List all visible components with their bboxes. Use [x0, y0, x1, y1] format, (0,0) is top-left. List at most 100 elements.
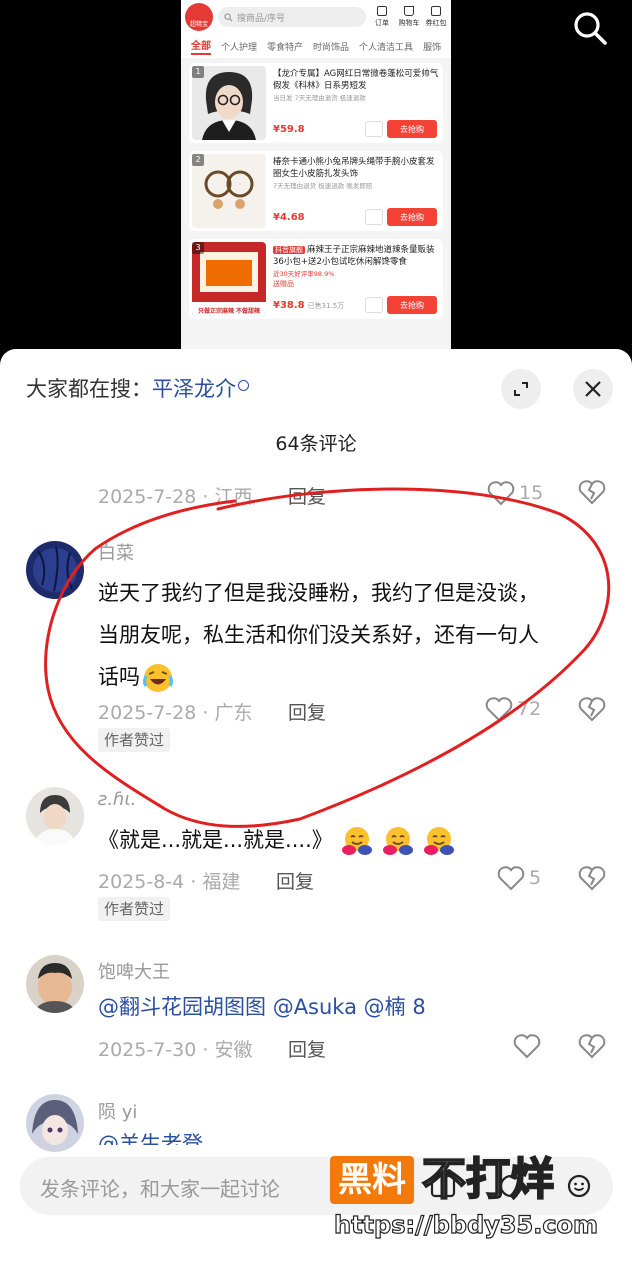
comment-text: @羊生老登 [98, 1132, 203, 1145]
shop-search-input: 搜商品/序号 [218, 7, 366, 27]
buy-button: 去抢购 [387, 296, 437, 314]
product-meta: 近30天好评率98.9% [273, 270, 335, 278]
comment-text: 逆天了我约了但是我没睡粉，我约了但是没谈， 当朋友呢，私生活和你们没关系好，还有… [98, 572, 539, 698]
hug-emoji-icon [423, 827, 454, 855]
commenter-name[interactable]: 白菜 [98, 539, 134, 565]
watermark-url: https://bbdy35.com [333, 1210, 599, 1239]
product-title: 【龙介专属】AG网红日常微卷蓬松可爱帅气假发《科林》日系男短发 [273, 69, 439, 91]
heart-icon [513, 1034, 541, 1059]
shop-tab: 零食特产 [267, 42, 304, 53]
author-liked-badge: 作者赞过 [98, 897, 171, 921]
like-button[interactable]: 5 [497, 865, 541, 891]
like-count: 5 [529, 867, 542, 889]
close-button[interactable] [573, 369, 613, 409]
shop-window-screenshot: 超精宝 搜商品/序号 订单 购物车 券红包 全部 个人护理 零食特产 时尚饰品 … [181, 0, 451, 360]
watermark-text: 不打烊 [421, 1154, 555, 1205]
buy-button: 去抢购 [387, 120, 437, 138]
product-meta: 7天无理由退货 极速退款 晚发即赔 [273, 182, 373, 190]
product-card: 2 椿奈卡通小熊小兔吊牌头绳带手腕小皮套发圈女生小皮筋扎发头饰 7天无理由退货 … [189, 151, 443, 231]
product-title: 椿奈卡通小熊小兔吊牌头绳带手腕小皮套发圈女生小皮筋扎发头饰 [273, 157, 435, 179]
mention-link[interactable]: @楠 8 [364, 995, 426, 1019]
product-card: 只做正宗麻辣 不做甜辣 3 抖音旗舰 麻辣王子正宗麻辣地道辣条量贩装36小包+送2… [189, 239, 443, 319]
shop-tab: 时尚饰品 [313, 42, 350, 53]
video-player[interactable]: 超精宝 搜商品/序号 订单 购物车 券红包 全部 个人护理 零食特产 时尚饰品 … [0, 0, 632, 360]
add-cart-icon [365, 209, 383, 225]
dislike-icon[interactable] [578, 695, 606, 723]
reply-button[interactable]: 回复 [288, 482, 326, 509]
comment-count: 64条评论 [275, 433, 357, 455]
hot-search-suggestion[interactable]: 大家都在搜：平泽龙介 [26, 373, 249, 403]
like-button[interactable] [513, 1033, 541, 1059]
search-icon[interactable] [570, 8, 610, 48]
like-count: 15 [519, 482, 544, 504]
site-watermark: 黑料 不打烊 [330, 1154, 555, 1205]
add-cart-icon [365, 297, 383, 313]
avatar[interactable] [26, 541, 84, 599]
heart-icon [485, 697, 513, 722]
mention-link[interactable]: @Asuka [273, 995, 357, 1019]
product-title: 抖音旗舰 麻辣王子正宗麻辣地道辣条量贩装36小包+送2小包试吃休闲解馋零食 [273, 245, 435, 267]
comment-input-placeholder: 发条评论，和大家一起讨论 [40, 1177, 280, 1201]
mention-link[interactable]: @翻斗花园胡图图 [98, 995, 266, 1019]
close-icon [585, 381, 601, 397]
dislike-icon[interactable] [578, 1032, 606, 1060]
comment-date-location: 2025-7-28 · 广东 [98, 702, 253, 724]
avatar[interactable] [26, 955, 84, 1013]
like-count: 72 [517, 698, 542, 720]
like-button[interactable]: 15 [487, 480, 543, 506]
comment-date-location: 2025-8-4 · 福建 [98, 871, 241, 893]
heart-icon [497, 866, 525, 891]
watermark-badge: 黑料 [330, 1156, 414, 1204]
product-rank: 1 [192, 66, 204, 78]
coupon-icon: 券红包 [425, 6, 447, 28]
hot-search-term[interactable]: 平泽龙介 [152, 377, 236, 401]
product-banner: 只做正宗麻辣 不做甜辣 [197, 308, 261, 315]
product-rank: 2 [192, 154, 204, 166]
cart-icon: 购物车 [398, 6, 420, 28]
reply-button[interactable]: 回复 [288, 1035, 326, 1062]
shop-tab: 全部 [191, 37, 211, 55]
dislike-icon[interactable] [578, 864, 606, 892]
hug-emoji-icon [342, 827, 373, 855]
comment-text: @翻斗花园胡图图 @Asuka @楠 8 [98, 986, 426, 1028]
comment-date-location: 2025-7-30 · 安徽 [98, 1039, 253, 1061]
comment-text: 《就是...就是...就是....》 [98, 819, 455, 861]
emoji-icon[interactable] [566, 1173, 592, 1199]
order-icon: 订单 [371, 6, 393, 28]
like-button[interactable]: 72 [485, 696, 541, 722]
product-gift: 送赠品 [273, 280, 294, 288]
heart-icon [487, 481, 515, 506]
shop-header: 超精宝 搜商品/序号 订单 购物车 券红包 [181, 0, 451, 34]
shop-tab: 个人清洁工具 [359, 42, 414, 53]
commenter-name[interactable]: ƨ.ɦι. [98, 789, 136, 810]
product-card: 1 【龙介专属】AG网红日常微卷蓬松可爱帅气假发《科林》日系男短发 当日发 7天… [189, 63, 443, 143]
buy-button: 去抢购 [387, 208, 437, 226]
comment-date-location: 2025-7-28 · 江西 [98, 486, 253, 508]
shop-tab: 个人护理 [221, 42, 258, 53]
product-price: ¥38.8 已售31.5万 [273, 300, 345, 311]
reply-button[interactable]: 回复 [276, 867, 314, 894]
author-liked-badge: 作者赞过 [98, 728, 171, 752]
product-tag: 抖音旗舰 [273, 246, 305, 254]
product-price: ¥4.68 [273, 212, 305, 223]
search-icon [238, 380, 249, 391]
search-icon [224, 12, 233, 22]
add-cart-icon [365, 121, 383, 137]
avatar[interactable] [26, 787, 84, 845]
comment-sheet: 大家都在搜：平泽龙介 64条评论 2025-7-28 · 江西 回复 15 白菜… [0, 349, 632, 1280]
expand-button[interactable] [501, 369, 541, 409]
commenter-name[interactable]: 饱啤大王 [98, 958, 170, 984]
dislike-icon[interactable] [578, 478, 606, 506]
reply-button[interactable]: 回复 [288, 698, 326, 725]
shop-logo: 超精宝 [185, 3, 213, 31]
expand-icon [514, 382, 528, 396]
product-rank: 3 [192, 242, 204, 254]
shop-tab: 服饰 [423, 42, 442, 53]
avatar[interactable] [26, 1094, 84, 1152]
product-price: ¥59.8 [273, 124, 305, 135]
hug-emoji-icon [383, 827, 414, 855]
product-meta: 当日发 7天无理由退货 极速退款 [273, 94, 366, 102]
commenter-name[interactable]: 陨 yi [98, 1098, 137, 1124]
laughing-crying-emoji-icon [143, 664, 173, 692]
shop-category-tabs: 全部 个人护理 零食特产 时尚饰品 个人清洁工具 服饰 [181, 34, 451, 58]
